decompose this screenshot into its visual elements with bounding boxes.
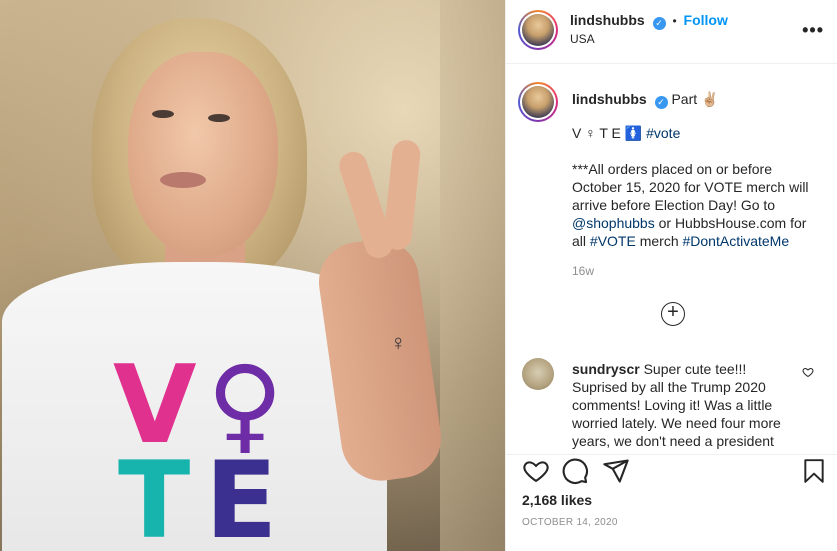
caption-header: lindshubbs ✓ Part ✌🏼 [572, 90, 718, 109]
comment-bubble-icon[interactable] [561, 457, 589, 488]
caption-line-1: V ♀ T E 🚺 #vote [572, 124, 680, 142]
header-separator: • [672, 14, 677, 28]
comment-line-5: years, we don't need a president [572, 433, 774, 449]
header-avatar[interactable] [518, 10, 558, 50]
comment-username[interactable]: sundryscr [572, 361, 640, 377]
caption-line-4: arrive before Election Day! Go to [572, 197, 776, 213]
comment-line-4: worried lately. We need four more [572, 415, 781, 431]
caption-line-5: @shophubbs or HubbsHouse.com for [572, 214, 806, 232]
verified-badge-icon: ✓ [654, 96, 668, 109]
post-photo[interactable]: ♀ V ♀ T E [0, 0, 505, 551]
caption-line-6-prefix: all [572, 233, 590, 249]
photo-tattoo: ♀ [390, 330, 407, 355]
post-actions: 2,168 likes OCTOBER 14, 2020 [506, 454, 837, 551]
peace-hand-emoji: ✌🏼 [701, 91, 719, 107]
more-options-icon[interactable]: ••• [802, 20, 824, 41]
header-user-line: lindshubbs ✓ • Follow [570, 12, 728, 30]
share-send-icon[interactable] [602, 457, 630, 488]
post-date[interactable]: OCTOBER 14, 2020 [522, 517, 618, 528]
comment-line-3: comments! Loving it! Was a little [572, 397, 773, 413]
save-bookmark-icon[interactable] [801, 457, 827, 488]
photo-lips [160, 172, 206, 188]
caption-timestamp[interactable]: 16w [572, 264, 594, 278]
mention-shophubbs[interactable]: @shophubbs [572, 215, 655, 231]
caption-avatar[interactable] [518, 82, 558, 122]
comment-line-2: Suprised by all the Trump 2020 [572, 379, 766, 395]
photo-face [128, 52, 278, 257]
comment-line-1: sundryscr Super cute tee!!! [572, 360, 746, 378]
like-heart-icon[interactable] [522, 457, 550, 488]
header-location[interactable]: USA [570, 32, 595, 46]
shirt-letter-e: E [205, 439, 278, 551]
caption-line-5-text: or HubbsHouse.com for [654, 215, 807, 231]
caption-line-6-mid: merch [635, 233, 683, 249]
photo-doorframe [440, 0, 505, 551]
comment-like-heart-icon[interactable] [802, 366, 814, 381]
caption-line-2: ***All orders placed on or before [572, 161, 773, 177]
photo-eye-right [208, 114, 230, 122]
post-side-panel: lindshubbs ✓ • Follow USA ••• lindshubbs… [505, 0, 837, 551]
caption-username[interactable]: lindshubbs [572, 91, 647, 107]
shirt-letter-t: T [118, 439, 191, 551]
caption-vote-text: V ♀ T E [572, 125, 621, 141]
verified-badge-icon: ✓ [652, 17, 666, 30]
caption-and-comments[interactable]: lindshubbs ✓ Part ✌🏼 V ♀ T E 🚺 #vote ***… [506, 64, 837, 454]
comment-avatar[interactable] [522, 358, 554, 390]
female-sign-emoji: 🚺 [624, 125, 643, 141]
caption-line-6: all #VOTE merch #DontActivateMe [572, 232, 789, 250]
photo-eye-left [152, 110, 174, 118]
load-more-comments-button[interactable]: + [661, 302, 685, 326]
header-username[interactable]: lindshubbs [570, 12, 645, 28]
hashtag-dontactivateme[interactable]: #DontActivateMe [683, 233, 790, 249]
likes-count[interactable]: 2,168 likes [522, 492, 592, 508]
comment-text-1: Super cute tee!!! [643, 361, 747, 377]
caption-line-3: October 15, 2020 for VOTE merch will [572, 179, 809, 195]
hashtag-vote-upper[interactable]: #VOTE [590, 233, 636, 249]
hashtag-vote[interactable]: #vote [646, 125, 680, 141]
caption-part-text: Part [671, 91, 698, 107]
follow-button[interactable]: Follow [684, 12, 728, 28]
post-header: lindshubbs ✓ • Follow USA ••• [506, 0, 837, 64]
